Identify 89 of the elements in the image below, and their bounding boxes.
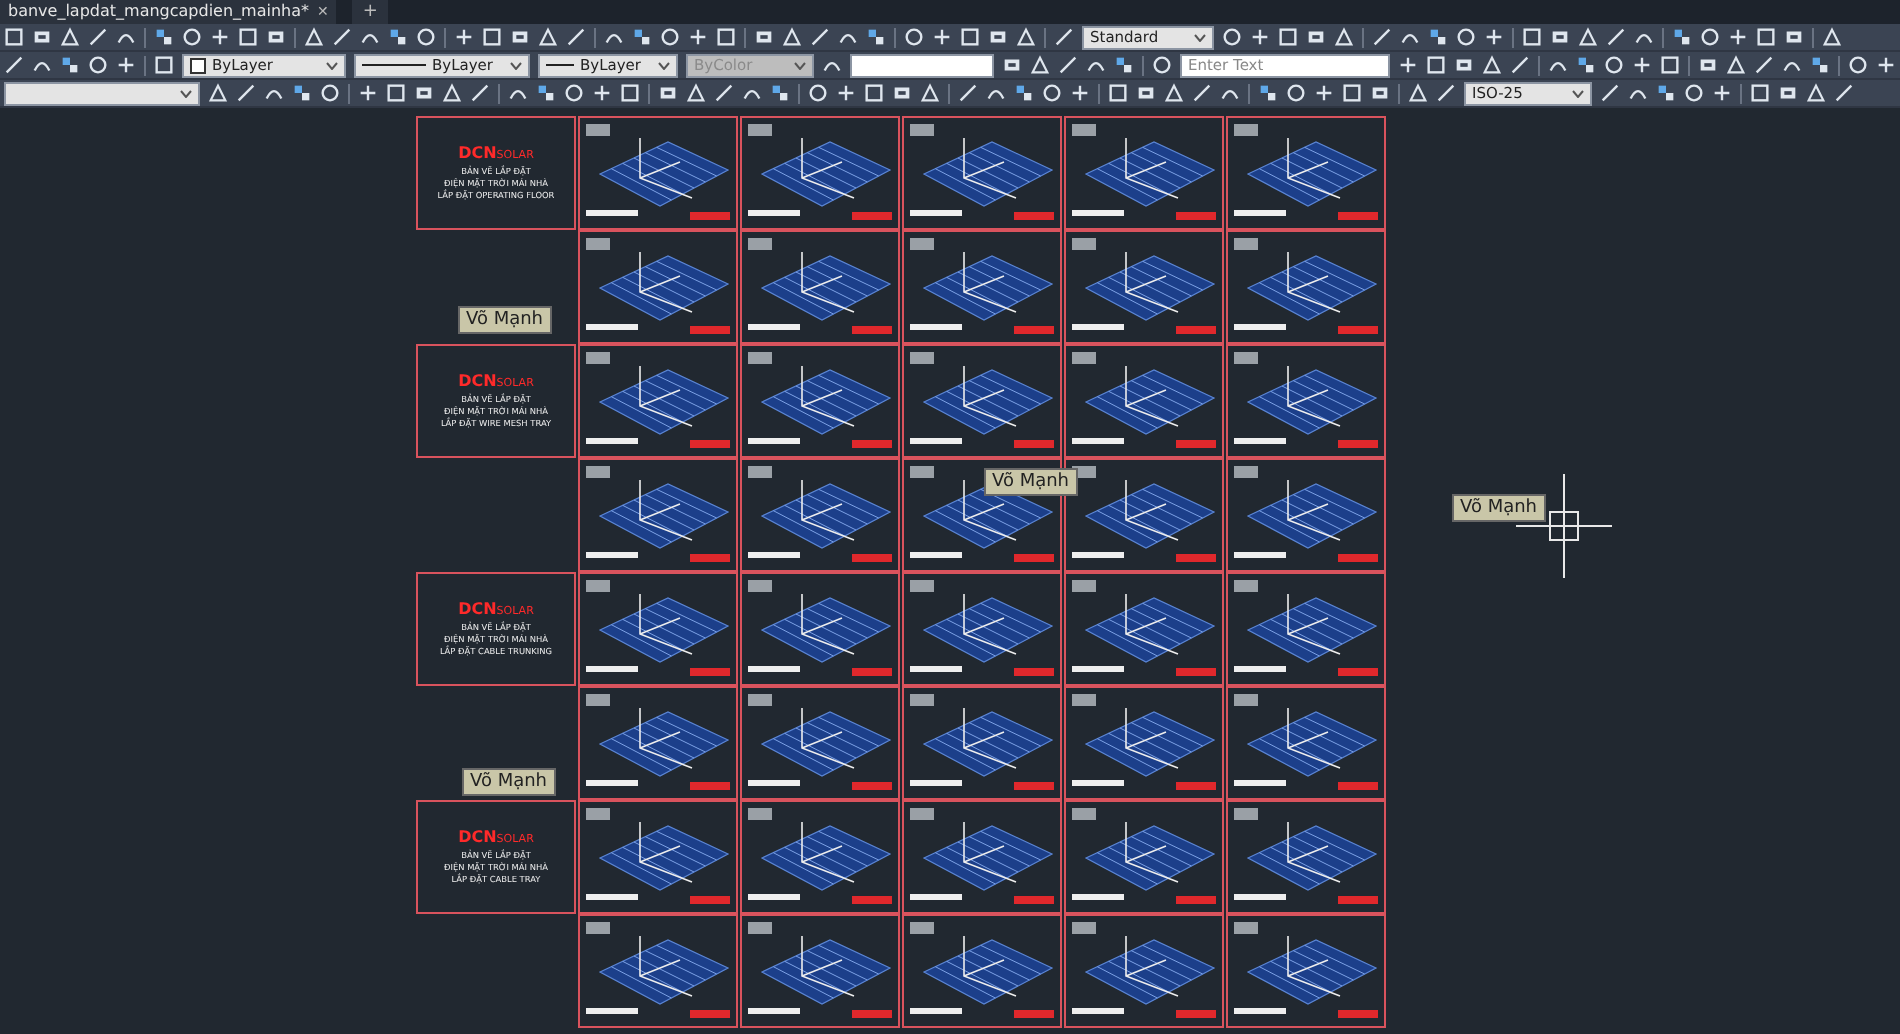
line-icon[interactable] (84, 24, 112, 50)
triangle-icon[interactable] (1404, 80, 1432, 106)
line-icon[interactable] (232, 80, 260, 106)
triangle-icon[interactable] (1012, 24, 1040, 50)
square-icon[interactable] (616, 80, 644, 106)
caret-icon (1572, 89, 1584, 97)
circle-icon[interactable] (1844, 52, 1872, 78)
new-tab-button[interactable]: + (352, 0, 388, 24)
line-icon[interactable] (954, 80, 982, 106)
canvas-label: Võ Mạnh (458, 306, 552, 334)
caret-icon (794, 61, 806, 69)
circle-icon[interactable] (84, 52, 112, 78)
square-icon[interactable] (1746, 80, 1774, 106)
circle-icon[interactable] (1452, 24, 1480, 50)
square-icon[interactable] (478, 24, 506, 50)
caret-icon (1194, 33, 1206, 41)
line-icon[interactable] (806, 24, 834, 50)
caret-icon (510, 61, 522, 69)
square-icon[interactable] (234, 24, 262, 50)
square-icon[interactable] (1422, 52, 1450, 78)
triangle-icon[interactable] (1722, 52, 1750, 78)
line-icon[interactable] (1188, 80, 1216, 106)
triangle-icon[interactable] (778, 24, 806, 50)
canvas-label: Võ Mạnh (1452, 494, 1546, 522)
square-icon[interactable] (150, 52, 178, 78)
circle-icon[interactable] (316, 80, 344, 106)
square-icon[interactable] (1518, 24, 1546, 50)
triangle-icon[interactable] (204, 80, 232, 106)
square-icon[interactable] (382, 80, 410, 106)
triangle-icon[interactable] (916, 80, 944, 106)
line-icon[interactable] (562, 24, 590, 50)
document-tab-title[interactable]: banve_lapdat_mangcapdien_mainha* (8, 0, 310, 24)
line-icon[interactable] (328, 24, 356, 50)
square-icon[interactable] (0, 24, 28, 50)
caret-icon (180, 89, 192, 97)
square-icon[interactable] (1338, 80, 1366, 106)
canvas-label: Võ Mạnh (984, 468, 1078, 496)
circle-icon[interactable] (1696, 24, 1724, 50)
line-icon[interactable] (1596, 80, 1624, 106)
triangle-icon[interactable] (534, 24, 562, 50)
triangle-icon[interactable] (56, 24, 84, 50)
canvas-label: Võ Mạnh (462, 768, 556, 796)
line-icon[interactable] (1602, 24, 1630, 50)
line-icon[interactable] (1506, 52, 1534, 78)
circle-icon[interactable] (900, 24, 928, 50)
triangle-icon[interactable] (300, 24, 328, 50)
circle-icon[interactable] (560, 80, 588, 106)
circle-icon[interactable] (412, 24, 440, 50)
style-dropdown[interactable] (4, 81, 200, 105)
triangle-icon[interactable] (1160, 80, 1188, 106)
line-icon[interactable] (1432, 80, 1460, 106)
square-icon[interactable] (1274, 24, 1302, 50)
square-icon[interactable] (712, 24, 740, 50)
triangle-icon[interactable] (1330, 24, 1358, 50)
circle-icon[interactable] (1680, 80, 1708, 106)
circle-icon[interactable] (1282, 80, 1310, 106)
linetype-sample (362, 64, 426, 66)
caret-icon (326, 61, 338, 69)
line-icon[interactable] (1750, 52, 1778, 78)
square-icon[interactable] (956, 24, 984, 50)
circle-icon[interactable] (804, 80, 832, 106)
circle-icon[interactable] (1148, 52, 1176, 78)
circle-icon[interactable] (656, 24, 684, 50)
triangle-icon[interactable] (682, 80, 710, 106)
triangle-icon[interactable] (1478, 52, 1506, 78)
circle-icon[interactable] (1038, 80, 1066, 106)
line-icon[interactable] (1050, 24, 1078, 50)
square-icon[interactable] (1656, 52, 1684, 78)
line-icon[interactable] (1830, 80, 1858, 106)
caret-icon (658, 61, 670, 69)
square-icon[interactable] (1104, 80, 1132, 106)
square-icon[interactable] (1752, 24, 1780, 50)
triangle-icon[interactable] (1574, 24, 1602, 50)
circle-icon[interactable] (1600, 52, 1628, 78)
triangle-icon[interactable] (1802, 80, 1830, 106)
triangle-icon[interactable] (1818, 24, 1846, 50)
line-icon[interactable] (1368, 24, 1396, 50)
square-icon[interactable] (860, 80, 888, 106)
color-swatch (190, 57, 206, 73)
line-icon[interactable] (466, 80, 494, 106)
line-icon[interactable] (0, 52, 28, 78)
triangle-icon[interactable] (1026, 52, 1054, 78)
layer-field[interactable] (850, 53, 994, 77)
line-icon[interactable] (1054, 52, 1082, 78)
triangle-icon[interactable] (438, 80, 466, 106)
circle-icon[interactable] (178, 24, 206, 50)
line-icon[interactable] (710, 80, 738, 106)
lineweight-sample (546, 64, 574, 66)
circle-icon[interactable] (1218, 24, 1246, 50)
